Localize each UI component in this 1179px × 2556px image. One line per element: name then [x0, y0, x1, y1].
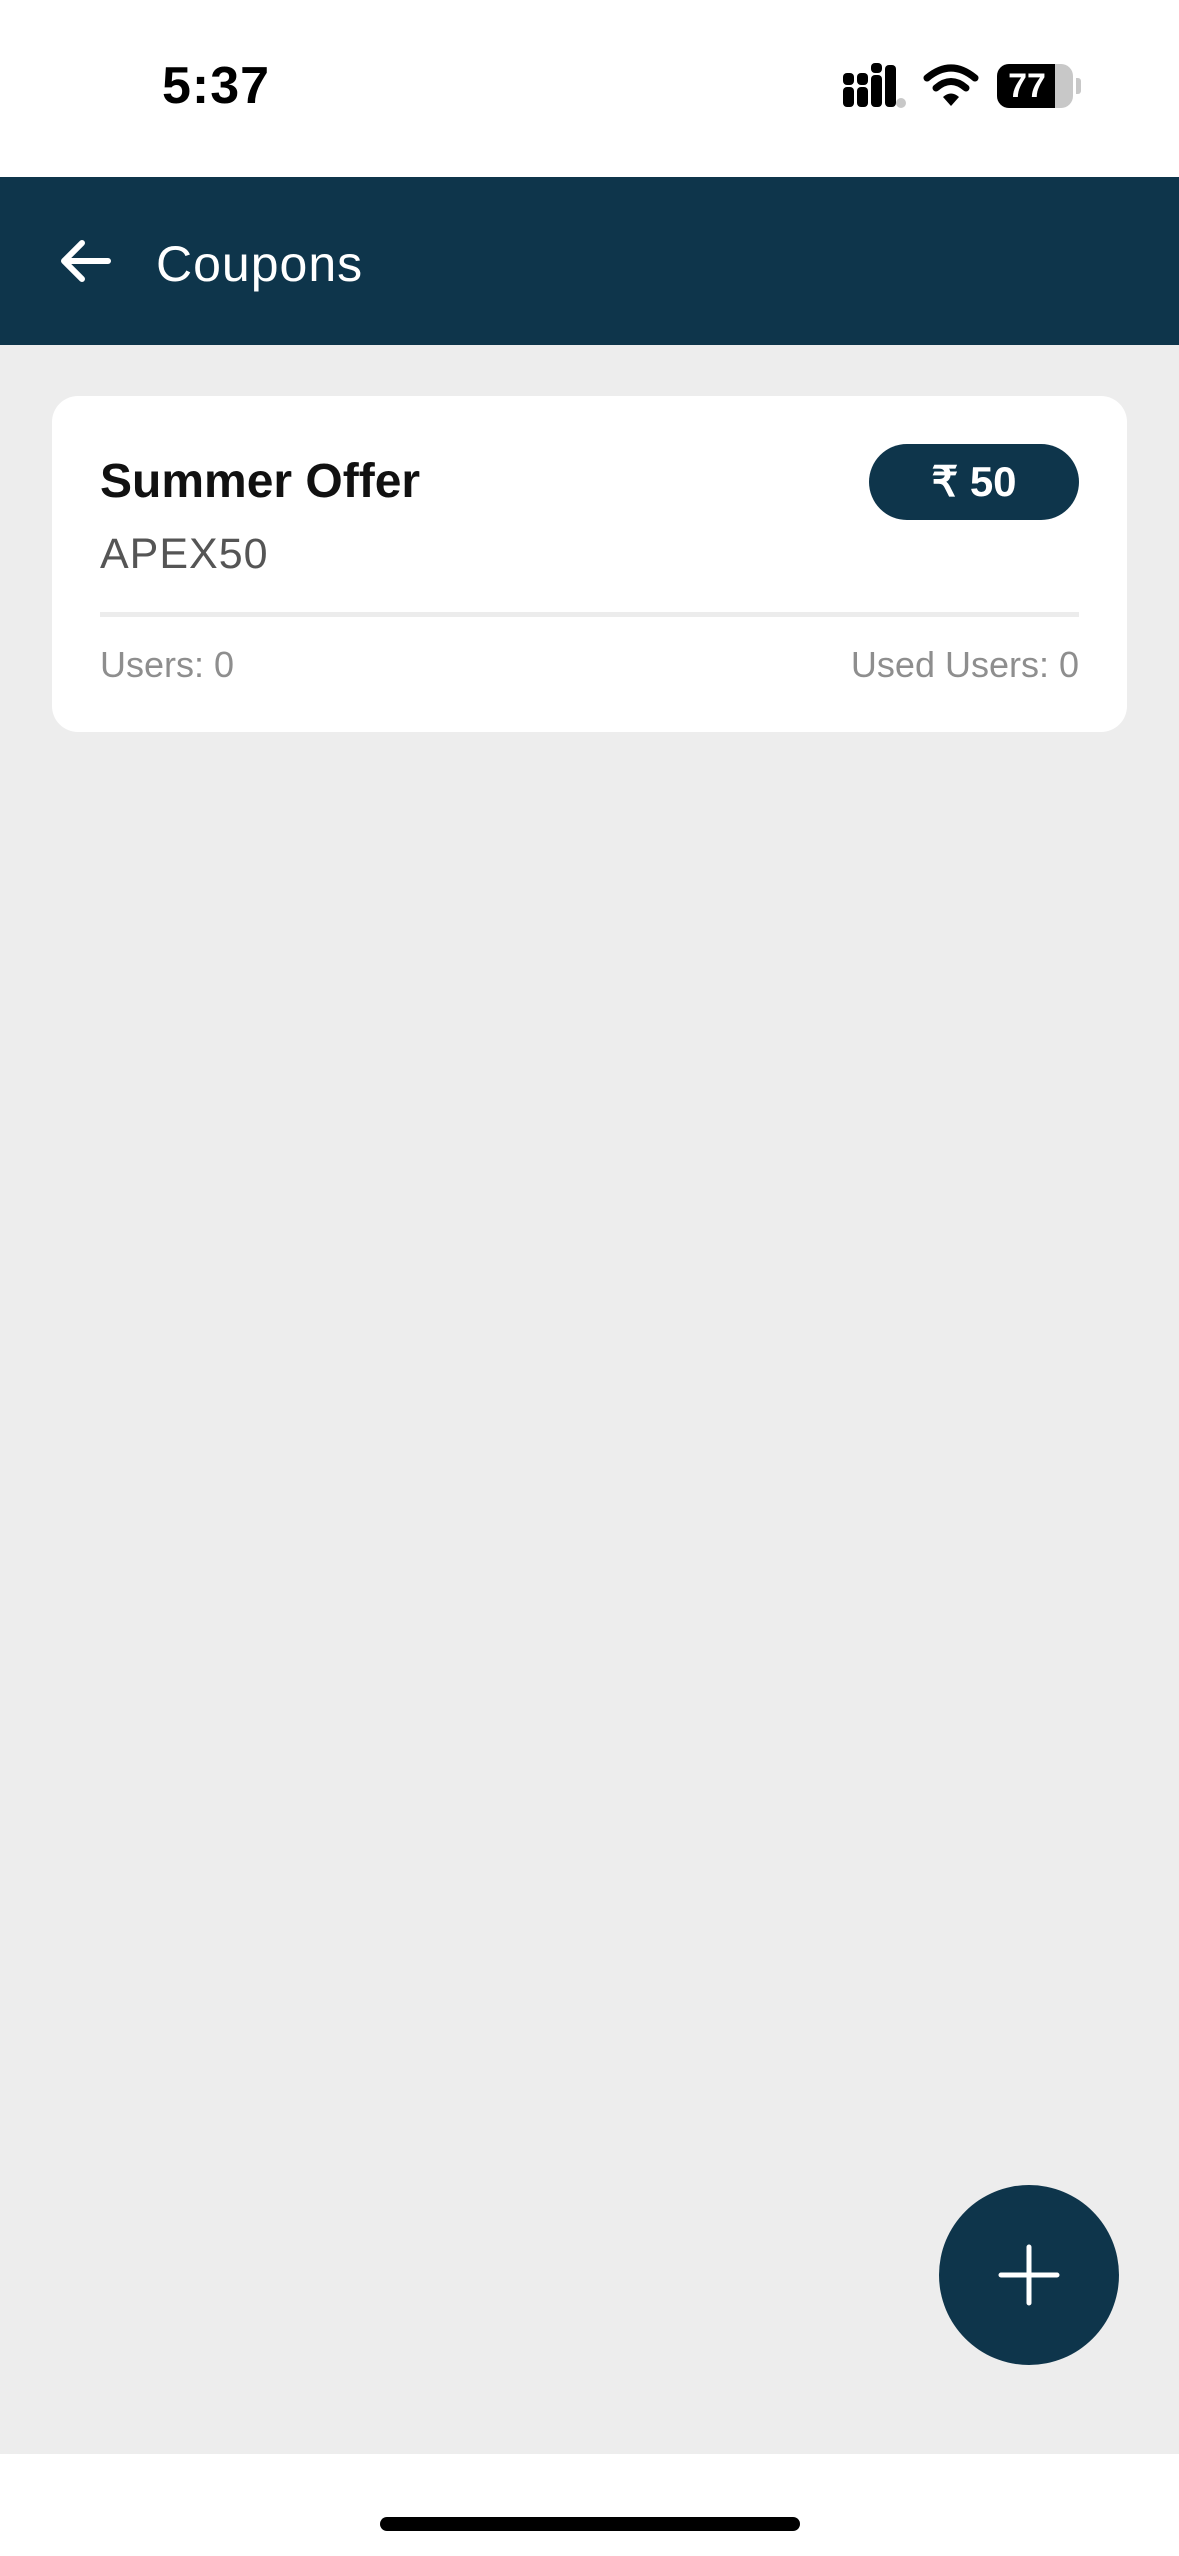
coupon-card[interactable]: Summer Offer APEX50 ₹ 50 Users: 0 Used U… [52, 396, 1127, 732]
bottom-safe-area [0, 2454, 1179, 2556]
coupon-name: Summer Offer [100, 455, 421, 508]
app-bar: Coupons [0, 177, 1179, 345]
battery-cap [1076, 78, 1081, 94]
add-coupon-button[interactable] [939, 2185, 1119, 2365]
users-count: Users: 0 [100, 644, 235, 685]
plus-icon [998, 2244, 1060, 2306]
battery-body: 77 [997, 64, 1073, 108]
status-time: 5:37 [162, 57, 271, 115]
coupon-code: APEX50 [100, 530, 269, 578]
amount-badge: ₹ 50 [869, 444, 1079, 520]
battery-level: 77 [1008, 67, 1046, 105]
home-indicator[interactable] [380, 2517, 800, 2531]
arrow-left-icon [61, 240, 111, 282]
card-divider [100, 612, 1079, 617]
wifi-icon [923, 64, 979, 106]
page-title: Coupons [156, 236, 364, 292]
used-users-count: Used Users: 0 [850, 644, 1079, 685]
battery-icon: 77 [997, 64, 1081, 108]
signal-icon [843, 63, 906, 108]
status-bar: 5:37 77 [0, 0, 1179, 177]
back-button[interactable] [40, 217, 128, 305]
